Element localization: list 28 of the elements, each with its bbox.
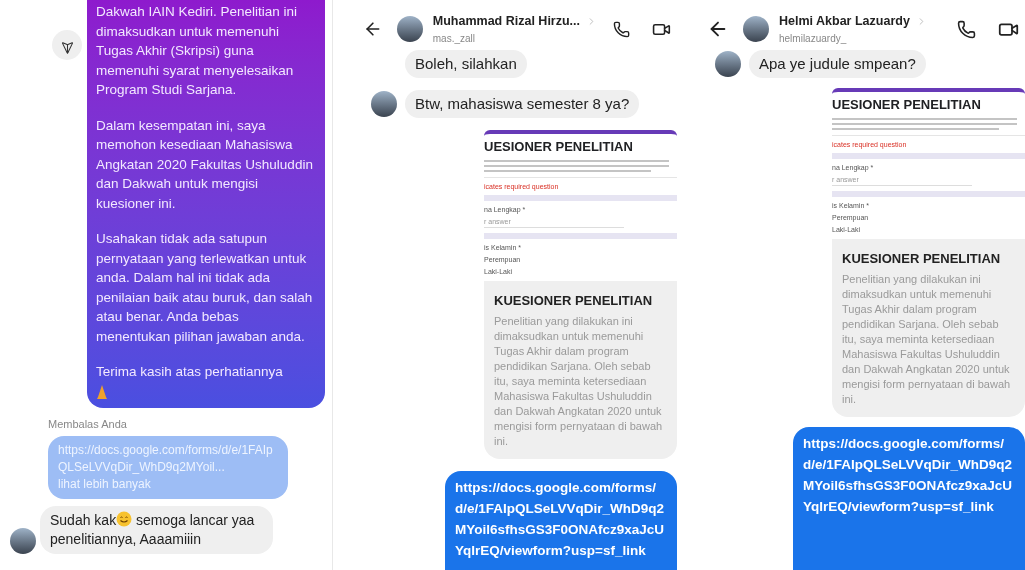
form-title: UESIONER PENELITIAN <box>484 139 634 156</box>
phone-call-icon[interactable] <box>613 19 631 39</box>
link-message-bubble[interactable]: https://docs.google.com/forms/d/e/1FAIpQLSeLVVqDir_WhD9q2MYoil6sfhsGS3F0ONAfcz9xaJcUYqIrEQ/viewform?usp=sf_link <box>445 470 677 570</box>
quoted-link-text: https://docs.google.com/forms/d/e/1FAIpQLSeLVVqDir_WhD9q2MYoil... <box>58 442 274 476</box>
avatar-photo-placeholder <box>743 16 769 42</box>
card-description: Penelitian yang dilakukan ini dimaksudkan untuk memenuhi Tugas Akhir dalam program pendidikan Sarjana. Oleh sebab itu, saya meminta ketersediaan Mahasiswa Fakultas Ushuluddin dan Dakwah Angkatan 2020 untuk mengisi form pernyataan di bawah ini. <box>494 313 664 449</box>
message-bubble: Btw, mahasiswa semester 8 ya? <box>405 90 640 118</box>
card-title: KUESIONER PENELITIAN <box>494 292 654 311</box>
message-text: Usahakan tidak ada satupun pernyataan yang terlewatkan untuk anda. Dalam hal ini tidak ada penilaian baik atau buruk, dan salah atau benar. Anda bebas menentukan pilihan jawaban anda. <box>96 230 314 346</box>
phone-call-icon[interactable] <box>957 19 976 39</box>
contact-name[interactable]: Helmi Akbar Lazuardy <box>779 12 910 31</box>
avatar-photo-placeholder <box>396 16 423 42</box>
message-text: Dalam kesempatan ini, saya memohon kesediaan Mahasiswa Angkatan 2020 Fakultas Ushuluddin dan Dakwah untuk mengisi kuesioner ini. <box>96 116 314 213</box>
form-title: UESIONER PENELITIAN <box>832 97 982 114</box>
contact-name[interactable]: Muhammad Rizal Hirzu... <box>432 12 581 31</box>
card-description: Penelitian yang dilakukan ini dimaksudkan untuk memenuhi Tugas Akhir dalam program pendidikan Sarjana. Oleh sebab itu, saya meminta ketersediaan Mahasiswa Fakultas Ushuluddin dan Dakwah Angkatan 2020 untuk mengisi form pernyataan di bawah ini. <box>842 271 1012 407</box>
contact-username: helmilazuardy_ <box>779 31 848 46</box>
message-bubble: Boleh, silahkan <box>405 50 527 78</box>
message-bubble: Apa ye judule smpean? <box>749 50 926 78</box>
message-text: Dakwah IAIN Kediri. Penelitian ini dimaksudkan untuk memenuhi Tugas Akhir (Skripsi) guna memenuhi syarat menyelesaikan Program Studi Sarjana. <box>96 3 299 99</box>
contact-username: mas._zall <box>432 31 477 46</box>
card-title: KUESIONER PENELITIAN <box>842 250 1002 269</box>
message-text: Terima kasih atas perhatiannya <box>96 363 284 381</box>
message-text: Sudah kak semoga lancar yaa penelitiannya, Aaaamiiin <box>50 511 256 549</box>
link-message-bubble[interactable]: https://docs.google.com/forms/d/e/1FAIpQLSeLVVqDir_WhD9q2MYoil6sfhsGS3F0ONAfcz9xaJcUYqIrEQ/viewform?usp=sf_link <box>793 426 1025 570</box>
share-button[interactable] <box>52 30 82 60</box>
smiley-emoji-icon <box>116 511 133 527</box>
reply-label: Membalas Anda <box>48 416 128 432</box>
